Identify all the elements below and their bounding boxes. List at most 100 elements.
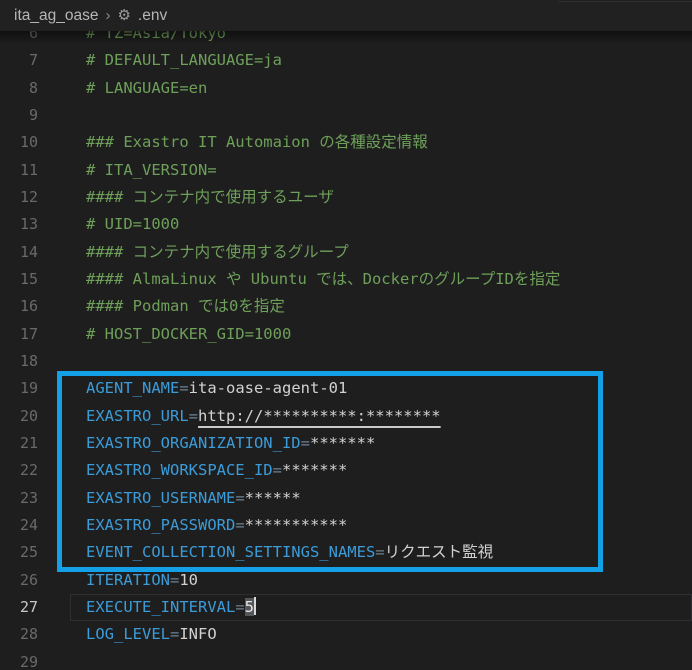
line-number: 6 [0,31,46,47]
code-line-8[interactable]: 8 # LANGUAGE=en [0,75,692,102]
comment-text: #### コンテナ内で使用するグループ [86,243,349,261]
code-line-17[interactable]: 17 # HOST_DOCKER_GID=1000 [0,321,692,348]
gear-icon: ⚙ [117,8,130,23]
code-line-16[interactable]: 16 #### Podman では0を指定 [0,293,692,320]
code-line-9[interactable]: 9 [0,102,692,129]
code-line-23[interactable]: 23 EXASTRO_USERNAME=****** [0,485,692,512]
line-text: #### コンテナ内で使用するユーザ [86,184,334,211]
code-line-20[interactable]: 20EXASTRO_URL=http://**********:******** [0,403,692,430]
code-line-10[interactable]: 10 ### Exastro IT Automaion の各種設定情報 [0,129,692,156]
assign-operator: = [273,461,282,479]
assign-operator: = [375,543,384,561]
line-text: ### Exastro IT Automaion の各種設定情報 [86,129,428,156]
line-number: 27 [0,594,46,621]
env-key: EXASTRO_URL [86,407,189,425]
breadcrumb: ita_ag_oase › ⚙ .env [0,0,692,31]
comment-text: #### Podman では0を指定 [86,297,285,315]
line-number: 9 [0,102,46,129]
code-line-18[interactable]: 18 [0,348,692,375]
env-value: ita-oase-agent-01 [189,379,348,397]
line-number: 22 [0,457,46,484]
line-number: 12 [0,184,46,211]
comment-text: # LANGUAGE=en [86,79,207,97]
code-line-15[interactable]: 15#### AlmaLinux や Ubuntu では、Dockerのグループ… [0,266,692,293]
line-number: 19 [0,375,46,402]
code-line-19[interactable]: 19 AGENT_NAME=ita-oase-agent-01 [0,375,692,402]
line-number: 29 [0,649,46,670]
line-number: 14 [0,239,46,266]
env-key: ITERATION [86,571,170,589]
assign-operator: = [179,379,188,397]
breadcrumb-file[interactable]: .env [138,7,167,25]
comment-text: #### AlmaLinux や Ubuntu では、DockerのグループID… [86,270,560,288]
line-text: # HOST_DOCKER_GID=1000 [86,321,291,348]
line-text: ITERATION=10 [86,567,198,594]
line-number: 11 [0,157,46,184]
code-line-7[interactable]: 7# DEFAULT_LANGUAGE=ja [0,47,692,74]
code-line-13[interactable]: 13 # UID=1000 [0,211,692,238]
env-key: EXASTRO_ORGANIZATION_ID [86,434,301,452]
line-number: 25 [0,539,46,566]
code-line-24[interactable]: 24EXASTRO_PASSWORD=*********** [0,512,692,539]
line-text: # UID=1000 [86,211,179,238]
line-text: EVENT_COLLECTION_SETTINGS_NAMES=リクエスト監視 [86,539,493,566]
line-number: 17 [0,321,46,348]
env-value: 10 [179,571,198,589]
comment-text: # ITA_VERSION= [86,161,217,179]
text-cursor [254,597,256,615]
code-line-11[interactable]: 11 # ITA_VERSION= [0,157,692,184]
line-text: #### Podman では0を指定 [86,293,285,320]
comment-text: # HOST_DOCKER_GID=1000 [86,325,291,343]
env-key: EXECUTE_INTERVAL [86,598,235,616]
assign-operator: = [170,625,179,643]
chevron-right-icon: › [105,8,110,23]
code-line-28[interactable]: 28LOG_LEVEL=INFO [0,621,692,648]
code-line-25[interactable]: 25 EVENT_COLLECTION_SETTINGS_NAMES=リクエスト監… [0,539,692,566]
code-line-21[interactable]: 21 EXASTRO_ORGANIZATION_ID=******* [0,430,692,457]
assign-operator: = [235,516,244,534]
env-value: ******* [282,461,347,479]
line-number: 20 [0,403,46,430]
code-line-22[interactable]: 22 EXASTRO_WORKSPACE_ID=******* [0,457,692,484]
assign-operator: = [189,407,198,425]
env-key: EXASTRO_USERNAME [86,489,235,507]
assign-operator: = [170,571,179,589]
env-value: INFO [179,625,216,643]
line-number: 13 [0,211,46,238]
line-number: 23 [0,485,46,512]
env-value: ****** [245,489,301,507]
line-text: # TZ=Asia/Tokyo [86,31,226,47]
env-key: EXASTRO_WORKSPACE_ID [86,461,273,479]
code-editor[interactable]: 6 # TZ=Asia/Tokyo7# DEFAULT_LANGUAGE=ja8 #… [0,31,692,670]
comment-text: # UID=1000 [86,215,179,233]
line-text: # LANGUAGE=en [86,75,207,102]
line-text: # ITA_VERSION= [86,157,217,184]
assign-operator: = [235,598,244,616]
comment-text: #### コンテナ内で使用するユーザ [86,188,334,206]
line-number: 8 [0,75,46,102]
comment-text: # DEFAULT_LANGUAGE=ja [86,51,282,69]
tab-edge-divider [558,1,692,2]
line-text: EXASTRO_USERNAME=****** [86,485,301,512]
line-number: 16 [0,293,46,320]
line-number: 10 [0,129,46,156]
comment-text: ### Exastro IT Automaion の各種設定情報 [86,133,428,151]
line-number: 21 [0,430,46,457]
env-key: EXASTRO_PASSWORD [86,516,235,534]
env-value: *********** [245,516,348,534]
line-text: EXASTRO_ORGANIZATION_ID=******* [86,430,375,457]
line-text: EXECUTE_INTERVAL=5 [86,594,256,621]
code-line-14[interactable]: 14 #### コンテナ内で使用するグループ [0,239,692,266]
env-key: AGENT_NAME [86,379,179,397]
code-line-6[interactable]: 6 # TZ=Asia/Tokyo [0,31,692,47]
env-value: リクエスト監視 [385,543,494,561]
code-line-26[interactable]: 26ITERATION=10 [0,567,692,594]
code-line-27[interactable]: 27 EXECUTE_INTERVAL=5 [0,594,692,621]
env-value: ******* [310,434,375,452]
line-text: #### コンテナ内で使用するグループ [86,239,349,266]
breadcrumb-folder[interactable]: ita_ag_oase [14,7,98,25]
line-text: LOG_LEVEL=INFO [86,621,217,648]
code-content: 6 # TZ=Asia/Tokyo7# DEFAULT_LANGUAGE=ja8 #… [0,31,692,670]
code-line-29[interactable]: 29 [0,649,692,670]
code-line-12[interactable]: 12 #### コンテナ内で使用するユーザ [0,184,692,211]
